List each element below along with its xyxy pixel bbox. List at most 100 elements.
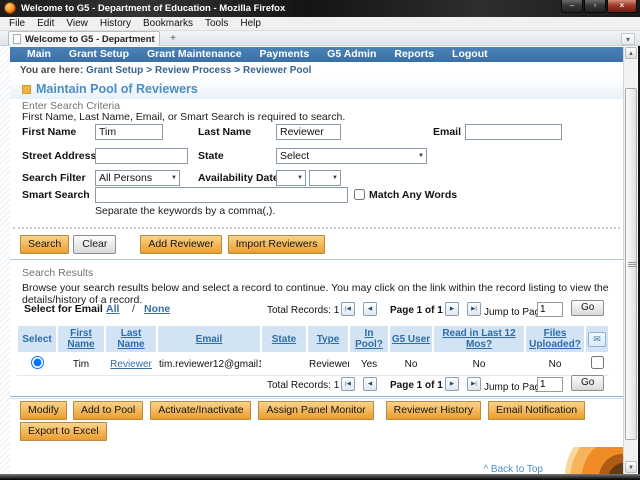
page-content: Main Grant Setup Grant Maintenance Payme… — [10, 46, 623, 474]
clear-button[interactable]: Clear — [73, 235, 116, 254]
sort-state[interactable]: State — [272, 334, 296, 345]
last-page-button[interactable]: ▶| — [467, 302, 481, 316]
list-tabs-button[interactable]: ▾ — [621, 33, 635, 45]
scroll-up-icon[interactable]: ▲ — [625, 47, 637, 59]
menu-bookmarks[interactable]: Bookmarks — [137, 17, 199, 31]
prev-page-button[interactable]: ◀ — [363, 302, 377, 316]
breadcrumb-separator: > — [143, 65, 155, 76]
menu-view[interactable]: View — [60, 17, 94, 31]
last-page-button[interactable]: ▶| — [467, 377, 481, 391]
prev-page-button[interactable]: ◀ — [363, 377, 377, 391]
scrollbar-grip — [628, 262, 636, 267]
activate-inactivate-button[interactable]: Activate/Inactivate — [150, 401, 251, 420]
go-button[interactable]: Go — [571, 300, 604, 316]
breadcrumb-grant-setup[interactable]: Grant Setup — [86, 65, 143, 76]
sort-g5-user[interactable]: G5 User — [392, 334, 430, 345]
street-address-input[interactable] — [95, 148, 188, 164]
row-select-radio[interactable] — [31, 356, 44, 369]
breadcrumb-prefix: You are here: — [20, 65, 83, 76]
menu-file[interactable]: File — [3, 17, 31, 31]
availability-day-select[interactable]: ▼ — [309, 170, 341, 186]
email-input[interactable] — [465, 124, 562, 140]
add-reviewer-button[interactable]: Add Reviewer — [140, 235, 221, 254]
next-page-button[interactable]: ▶ — [445, 302, 459, 316]
close-button[interactable]: × — [607, 0, 637, 13]
jump-to-page-input[interactable] — [537, 302, 563, 317]
go-button[interactable]: Go — [571, 375, 604, 391]
header-last-name: Last Name — [105, 325, 157, 353]
smart-search-input[interactable] — [95, 187, 348, 203]
nav-grant-maintenance[interactable]: Grant Maintenance — [138, 47, 251, 62]
breadcrumb-reviewer-pool[interactable]: Reviewer Pool — [243, 65, 311, 76]
jump-to-page-input[interactable] — [537, 377, 563, 392]
header-type: Type — [307, 325, 349, 353]
last-name-input[interactable] — [276, 124, 341, 140]
sort-type[interactable]: Type — [317, 334, 340, 345]
export-to-excel-button[interactable]: Export to Excel — [20, 422, 107, 441]
total-records-value: 1 — [334, 380, 340, 391]
results-table: Select First Name Last Name Email State … — [16, 324, 610, 376]
availability-month-select[interactable]: ▼ — [276, 170, 306, 186]
vertical-scrollbar[interactable]: ▲ ▼ — [623, 46, 637, 474]
nav-g5-admin[interactable]: G5 Admin — [318, 47, 385, 62]
form-row-3: Search Filter All Persons ▼ Availability… — [10, 170, 623, 188]
breadcrumb-review-process[interactable]: Review Process — [155, 65, 231, 76]
scroll-down-icon[interactable]: ▼ — [625, 461, 637, 473]
first-page-button[interactable]: |◀ — [341, 302, 355, 316]
cell-last-name: Reviewer — [105, 353, 157, 375]
sort-last-name[interactable]: Last Name — [117, 328, 144, 350]
search-filter-label: Search Filter — [22, 172, 86, 184]
browser-tab[interactable]: Welcome to G5 - Department of Edu... — [8, 31, 160, 46]
menu-edit[interactable]: Edit — [31, 17, 60, 31]
reviewer-history-button[interactable]: Reviewer History — [386, 401, 481, 420]
nav-main[interactable]: Main — [18, 47, 60, 62]
add-to-pool-button[interactable]: Add to Pool — [73, 401, 143, 420]
email-notification-button[interactable]: Email Notification — [488, 401, 585, 420]
minimize-button[interactable]: – — [561, 0, 583, 13]
restore-button[interactable]: ▫ — [584, 0, 606, 13]
smart-search-hint: Separate the keywords by a comma(,). — [95, 205, 275, 217]
section-divider — [10, 259, 623, 260]
search-button-row: Search Clear Add Reviewer Import Reviewe… — [20, 235, 325, 254]
chevron-down-icon: ▼ — [297, 175, 303, 182]
cell-type: Reviewer — [307, 353, 349, 375]
match-any-words-checkbox[interactable] — [354, 189, 365, 200]
search-filter-select[interactable]: All Persons ▼ — [95, 170, 180, 186]
sort-email[interactable]: Email — [196, 334, 223, 345]
sort-files-uploaded[interactable]: Files Uploaded? — [529, 328, 581, 350]
menu-history[interactable]: History — [94, 17, 137, 31]
import-reviewers-button[interactable]: Import Reviewers — [228, 235, 326, 254]
smart-search-label: Smart Search — [22, 189, 90, 201]
sort-first-name[interactable]: First Name — [67, 328, 94, 350]
first-name-input[interactable] — [95, 124, 163, 140]
nav-reports[interactable]: Reports — [385, 47, 443, 62]
nav-grant-setup[interactable]: Grant Setup — [60, 47, 138, 62]
menu-bar: File Edit View History Bookmarks Tools H… — [0, 17, 640, 31]
cell-files-uploaded: No — [525, 353, 585, 375]
new-tab-button[interactable]: + — [164, 33, 182, 45]
total-records-label: Total Records: — [267, 380, 331, 391]
cell-email-select — [585, 353, 609, 375]
last-name-label: Last Name — [198, 126, 251, 138]
menu-tools[interactable]: Tools — [199, 17, 234, 31]
modify-button[interactable]: Modify — [20, 401, 67, 420]
state-select[interactable]: Select ▼ — [276, 148, 427, 164]
sort-in-pool[interactable]: In Pool? — [355, 328, 383, 350]
first-page-button[interactable]: |◀ — [341, 377, 355, 391]
menu-help[interactable]: Help — [234, 17, 267, 31]
next-page-button[interactable]: ▶ — [445, 377, 459, 391]
sort-read-12[interactable]: Read in Last 12 Mos? — [442, 328, 515, 350]
search-button[interactable]: Search — [20, 235, 69, 254]
select-separator: / — [132, 303, 135, 315]
select-none-link[interactable]: None — [144, 303, 170, 315]
select-all-link[interactable]: All — [106, 303, 119, 315]
email-icon[interactable]: ✉ — [588, 332, 606, 347]
header-read-12: Read in Last 12 Mos? — [433, 325, 525, 353]
window-title: Welcome to G5 - Department of Education … — [21, 0, 285, 17]
assign-panel-monitor-button[interactable]: Assign Panel Monitor — [258, 401, 373, 420]
scrollbar-thumb[interactable] — [625, 88, 637, 440]
row-email-checkbox[interactable] — [591, 356, 604, 369]
nav-logout[interactable]: Logout — [443, 47, 497, 62]
nav-payments[interactable]: Payments — [251, 47, 319, 62]
reviewer-detail-link[interactable]: Reviewer — [110, 359, 152, 370]
